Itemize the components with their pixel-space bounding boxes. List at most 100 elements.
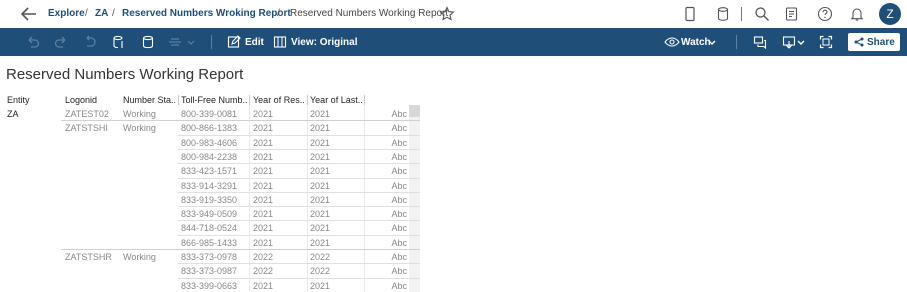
toolbar-divider bbox=[736, 35, 737, 49]
abc-cell: Abc bbox=[391, 209, 407, 219]
comments-icon[interactable] bbox=[753, 35, 767, 49]
download-icon[interactable] bbox=[782, 35, 796, 49]
pause-updates-icon[interactable] bbox=[141, 35, 155, 49]
swap-icon[interactable] bbox=[167, 35, 183, 49]
chevron-down-icon[interactable] bbox=[708, 35, 716, 49]
breadcrumb-explore[interactable]: Explore bbox=[48, 8, 85, 19]
toll-free-number-cell: 833-423-1571 bbox=[181, 166, 238, 176]
avatar[interactable]: Z bbox=[879, 3, 901, 25]
column-divider bbox=[307, 95, 308, 105]
column-header-toll-free-number[interactable]: Toll-Free Numb.. bbox=[181, 95, 248, 105]
toll-free-number-cell: 833-919-3350 bbox=[181, 195, 238, 205]
group-divider bbox=[61, 120, 420, 121]
share-button[interactable]: Share bbox=[848, 33, 900, 51]
column-header-logonid[interactable]: Logonid bbox=[65, 95, 97, 105]
year-last-cell: 2021 bbox=[310, 109, 331, 119]
share-icon bbox=[854, 37, 864, 47]
column-header-year-last[interactable]: Year of Last.. bbox=[310, 95, 363, 105]
logonid-cell: ZATSTSHR bbox=[65, 252, 112, 262]
toll-free-number-cell: 833-373-0987 bbox=[181, 266, 238, 276]
column-divider bbox=[178, 95, 179, 105]
row-divider bbox=[178, 235, 420, 236]
abc-cell: Abc bbox=[391, 223, 407, 233]
status-cell: Working bbox=[123, 252, 156, 262]
year-reserved-cell: 2021 bbox=[253, 123, 274, 133]
column-header-entity[interactable]: Entity bbox=[7, 95, 30, 105]
column-header-year-reserved[interactable]: Year of Res.. bbox=[253, 95, 305, 105]
toll-free-number-cell: 833-914-3291 bbox=[181, 181, 238, 191]
notes-icon[interactable] bbox=[784, 6, 800, 22]
bell-icon[interactable] bbox=[849, 6, 865, 22]
row-divider bbox=[178, 278, 420, 279]
group-divider bbox=[61, 249, 420, 250]
star-icon[interactable] bbox=[439, 6, 455, 22]
device-preview-icon[interactable] bbox=[682, 6, 698, 22]
year-reserved-cell: 2021 bbox=[253, 181, 274, 191]
year-last-cell: 2022 bbox=[310, 266, 331, 276]
year-reserved-cell: 2021 bbox=[253, 209, 274, 219]
row-divider bbox=[178, 163, 420, 164]
year-reserved-cell: 2021 bbox=[253, 166, 274, 176]
year-last-cell: 2021 bbox=[310, 181, 331, 191]
toll-free-number-cell: 833-949-0509 bbox=[181, 209, 238, 219]
revert-icon[interactable] bbox=[83, 35, 97, 49]
abc-cell: Abc bbox=[391, 152, 407, 162]
refresh-data-icon[interactable] bbox=[112, 35, 126, 49]
view-icon[interactable] bbox=[273, 35, 287, 49]
edit-button[interactable]: Edit bbox=[245, 37, 264, 48]
column-divider bbox=[364, 95, 365, 105]
help-icon[interactable] bbox=[817, 6, 833, 22]
year-last-cell: 2021 bbox=[310, 152, 331, 162]
breadcrumb-separator: / bbox=[112, 8, 115, 19]
edit-icon[interactable] bbox=[227, 35, 241, 49]
fullscreen-icon[interactable] bbox=[819, 35, 833, 49]
abc-cell: Abc bbox=[391, 166, 407, 176]
year-last-cell: 2022 bbox=[310, 252, 331, 262]
back-arrow-icon[interactable] bbox=[20, 6, 38, 22]
year-reserved-cell: 2022 bbox=[253, 252, 274, 262]
toolbar: Edit View: Original Watch bbox=[0, 28, 907, 56]
abc-cell: Abc bbox=[391, 266, 407, 276]
eye-icon[interactable] bbox=[664, 35, 680, 49]
toll-free-number-cell: 833-373-0978 bbox=[181, 252, 238, 262]
column-header-number-status[interactable]: Number Sta.. bbox=[123, 95, 176, 105]
row-divider bbox=[178, 178, 420, 179]
year-last-cell: 2021 bbox=[310, 166, 331, 176]
toll-free-number-cell: 800-983-4606 bbox=[181, 138, 238, 148]
chevron-down-icon[interactable] bbox=[797, 35, 805, 49]
status-cell: Working bbox=[123, 123, 156, 133]
abc-cell: Abc bbox=[391, 109, 407, 119]
redo-icon[interactable] bbox=[54, 35, 68, 49]
year-reserved-cell: 2021 bbox=[253, 238, 274, 248]
column-divider bbox=[249, 95, 250, 105]
logonid-cell: ZATEST02 bbox=[65, 109, 109, 119]
logonid-cell: ZATSTSHI bbox=[65, 123, 108, 133]
toll-free-number-cell: 844-718-0524 bbox=[181, 223, 238, 233]
watch-button[interactable]: Watch bbox=[681, 37, 711, 48]
breadcrumb-current: Reserved Numbers Working Report bbox=[290, 8, 449, 19]
report-title: Reserved Numbers Working Report bbox=[6, 66, 244, 83]
toll-free-number-cell: 866-985-1433 bbox=[181, 238, 238, 248]
top-nav: Explore / ZA / Reserved Numbers Wroking … bbox=[0, 0, 907, 28]
abc-cell: Abc bbox=[391, 123, 407, 133]
search-icon[interactable] bbox=[754, 6, 770, 22]
abc-cell: Abc bbox=[391, 252, 407, 262]
breadcrumb-report[interactable]: Reserved Numbers Wroking Report bbox=[122, 8, 291, 19]
chevron-down-icon[interactable] bbox=[187, 35, 195, 49]
data-source-icon[interactable] bbox=[715, 6, 731, 22]
breadcrumb-separator: / bbox=[85, 8, 88, 19]
year-last-cell: 2021 bbox=[310, 195, 331, 205]
year-reserved-cell: 2021 bbox=[253, 138, 274, 148]
row-divider bbox=[178, 135, 420, 136]
undo-icon[interactable] bbox=[26, 35, 40, 49]
row-divider bbox=[178, 263, 420, 264]
scrollbar-thumb[interactable] bbox=[409, 105, 420, 117]
nav-divider bbox=[741, 7, 742, 21]
breadcrumb-za[interactable]: ZA bbox=[95, 8, 108, 19]
row-divider bbox=[178, 206, 420, 207]
year-reserved-cell: 2021 bbox=[253, 152, 274, 162]
year-last-cell: 2021 bbox=[310, 223, 331, 233]
year-last-cell: 2021 bbox=[310, 281, 331, 291]
view-original-button[interactable]: View: Original bbox=[291, 37, 358, 48]
toll-free-number-cell: 800-866-1383 bbox=[181, 123, 238, 133]
